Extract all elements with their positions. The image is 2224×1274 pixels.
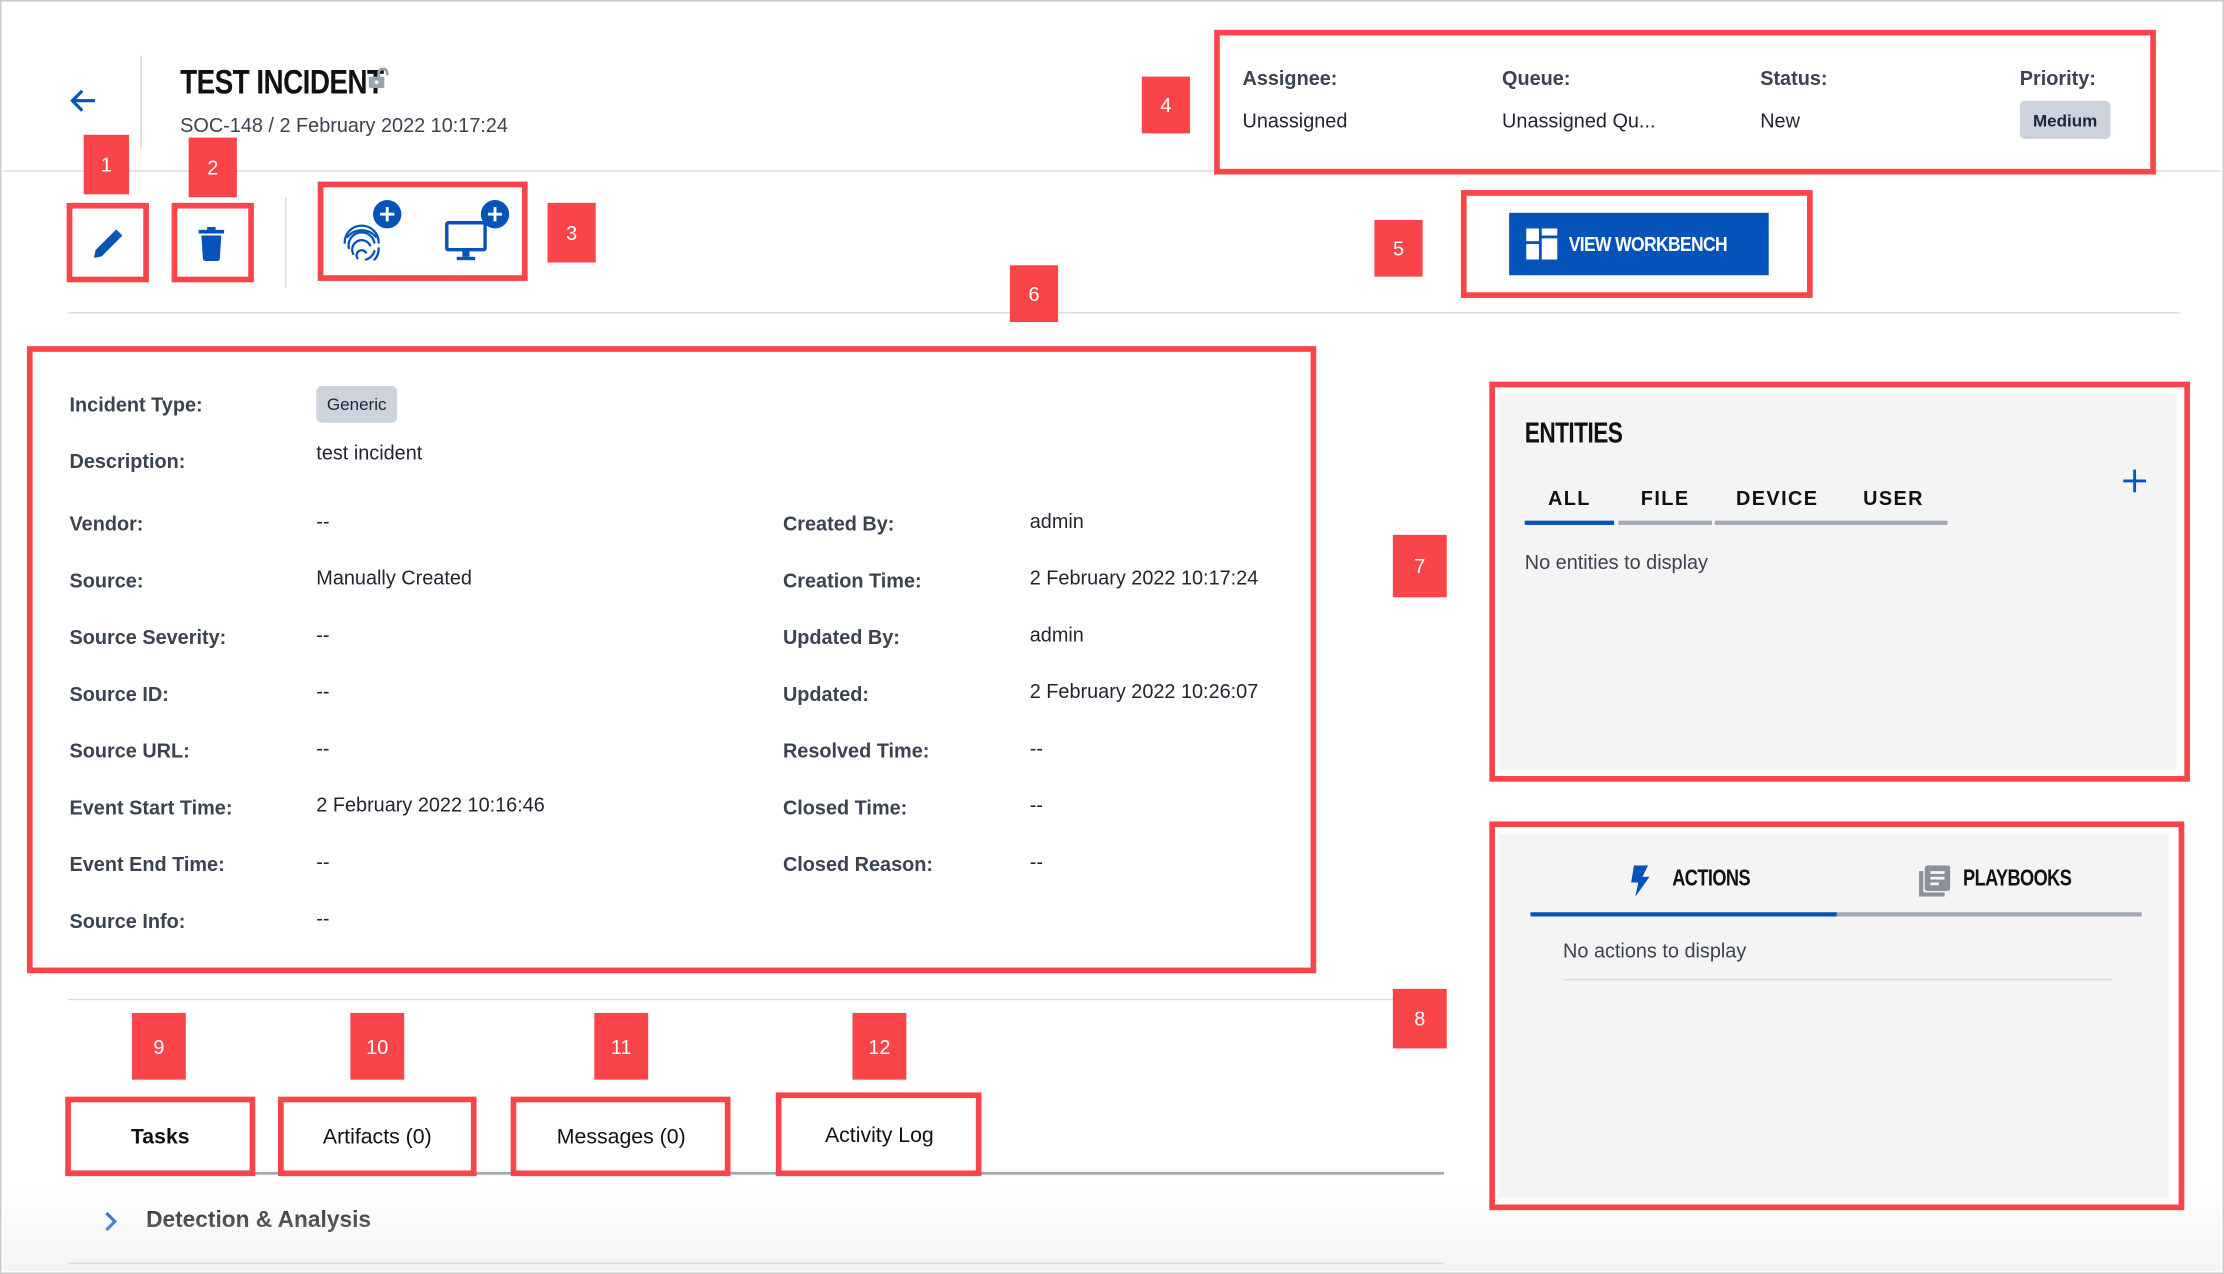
annotation-box-9 xyxy=(65,1096,256,1177)
detail-label: Source Info: xyxy=(69,909,186,933)
detail-label: Vendor: xyxy=(69,512,144,535)
detail-value: admin xyxy=(1029,622,1084,646)
detail-value: -- xyxy=(1029,736,1043,760)
annotation-tag-4: 4 xyxy=(1141,76,1191,134)
toolbar-separator xyxy=(68,312,2181,314)
annotation-box-4 xyxy=(1214,29,2156,175)
chevron-right-icon xyxy=(105,1211,118,1232)
detail-value: -- xyxy=(1029,793,1043,816)
annotation-tag-7: 7 xyxy=(1392,534,1447,598)
detail-value: -- xyxy=(316,622,330,646)
detail-value: test incident xyxy=(316,441,423,464)
detail-value: -- xyxy=(316,509,330,533)
details-separator xyxy=(68,998,1444,1001)
unlock-icon xyxy=(367,67,390,90)
detail-value: -- xyxy=(1029,849,1043,873)
annotation-tag-11: 11 xyxy=(594,1012,649,1080)
annotation-tag-6: 6 xyxy=(1009,265,1059,323)
annotation-box-1 xyxy=(66,202,149,283)
annotation-box-3 xyxy=(317,181,528,281)
detail-value: -- xyxy=(316,679,330,703)
detail-label: Event Start Time: xyxy=(69,795,233,819)
annotation-box-11 xyxy=(510,1096,731,1177)
detail-label: Source URL: xyxy=(69,739,190,762)
detail-label: Created By: xyxy=(782,512,895,535)
annotation-tag-12: 12 xyxy=(852,1012,907,1080)
detail-value: -- xyxy=(316,906,330,930)
annotation-tag-5: 5 xyxy=(1374,219,1423,277)
annotation-tag-2: 2 xyxy=(188,137,237,198)
annotation-tag-3: 3 xyxy=(547,202,596,263)
detail-value: Manually Created xyxy=(316,566,472,589)
detail-label: Creation Time: xyxy=(782,568,922,592)
annotation-box-2 xyxy=(171,202,254,283)
page-title: TEST INCIDENT xyxy=(180,63,384,103)
detail-label: Source ID: xyxy=(69,682,169,706)
annotation-box-7 xyxy=(1489,381,2190,782)
back-button[interactable] xyxy=(67,84,104,118)
detail-label: Updated: xyxy=(782,682,869,706)
task-section-detection[interactable]: Detection & Analysis xyxy=(101,1202,668,1242)
detail-value: admin xyxy=(1029,509,1084,533)
annotation-box-8 xyxy=(1489,821,2185,1211)
annotation-box-5 xyxy=(1460,190,1813,298)
detail-value: -- xyxy=(316,736,330,760)
bottom-tabs-underline xyxy=(68,1171,1444,1175)
annotation-tag-1: 1 xyxy=(83,134,130,195)
annotation-box-10 xyxy=(278,1096,477,1177)
detail-label: Source Severity: xyxy=(69,625,227,649)
annotation-box-12 xyxy=(775,1092,982,1177)
detail-label: Closed Time: xyxy=(782,795,908,819)
arrow-left-icon xyxy=(70,89,96,112)
task-section-title: Detection & Analysis xyxy=(146,1208,371,1233)
detail-label: Resolved Time: xyxy=(782,739,930,762)
annotation-tag-10: 10 xyxy=(350,1012,405,1080)
incident-type-badge: Generic xyxy=(316,385,398,423)
annotation-tag-9: 9 xyxy=(131,1012,186,1080)
detail-label: Closed Reason: xyxy=(782,852,934,876)
detail-label: Description: xyxy=(69,449,186,473)
detail-value: 2 February 2022 10:26:07 xyxy=(1029,679,1259,703)
header-divider xyxy=(140,55,142,151)
detail-label: Updated By: xyxy=(782,625,900,649)
annotation-box-6 xyxy=(26,346,1317,974)
detail-value: 2 February 2022 10:17:24 xyxy=(1029,566,1259,589)
detail-label: Event End Time: xyxy=(69,852,225,876)
incident-page: TEST INCIDENT SOC-148 / 2 February 2022 … xyxy=(0,0,2224,1274)
detail-label: Incident Type: xyxy=(69,392,203,416)
detail-value: 2 February 2022 10:16:46 xyxy=(316,793,545,816)
detail-label: Source: xyxy=(69,568,144,592)
task-section-separator xyxy=(68,1262,1444,1265)
toolbar-divider xyxy=(285,197,287,288)
annotation-tag-8: 8 xyxy=(1392,988,1447,1049)
incident-subtitle: SOC-148 / 2 February 2022 10:17:24 xyxy=(180,113,508,137)
detail-value: -- xyxy=(316,849,330,873)
